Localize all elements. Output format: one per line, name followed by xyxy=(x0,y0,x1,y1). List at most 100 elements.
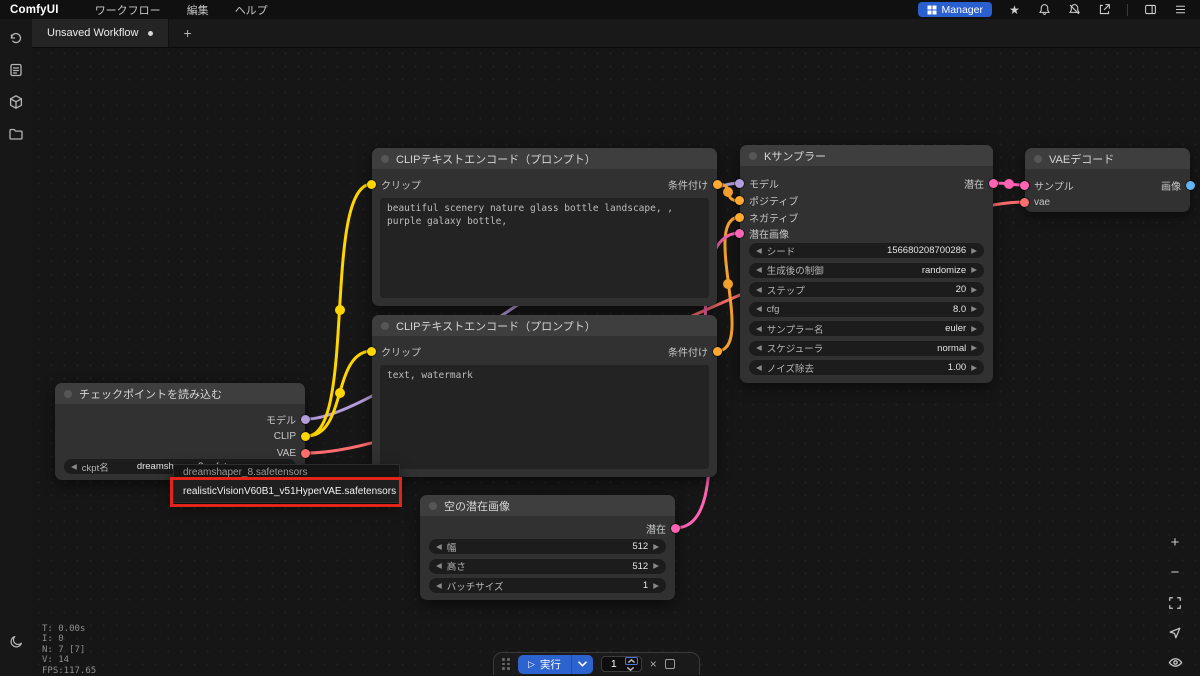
port-dot-clip[interactable] xyxy=(367,346,376,356)
port-dot-conditioning[interactable] xyxy=(713,346,722,356)
widget-increment-icon[interactable]: ▶ xyxy=(971,266,977,274)
widget-decrement-icon[interactable]: ◀ xyxy=(756,344,762,352)
port-dot-image[interactable] xyxy=(1186,180,1195,190)
toggle-visibility-eye-icon[interactable] xyxy=(1163,651,1187,674)
share-icon[interactable] xyxy=(1097,2,1112,17)
port-dot-latent[interactable] xyxy=(989,178,998,188)
output-port-clip[interactable]: CLIP xyxy=(274,429,310,443)
count-decrement-icon[interactable] xyxy=(625,666,636,672)
width-widget[interactable]: ◀ 幅 512 ▶ xyxy=(429,539,666,554)
bell-slash-icon[interactable] xyxy=(1067,2,1082,17)
node-collapse-dot[interactable] xyxy=(1034,154,1042,163)
bell-icon[interactable] xyxy=(1037,2,1052,17)
node-clip-encode-positive[interactable]: CLIPテキストエンコード（プロンプト） クリップ 条件付け beautiful… xyxy=(367,148,722,306)
node-collapse-dot[interactable] xyxy=(381,321,389,330)
node-collapse-dot[interactable] xyxy=(749,151,757,160)
star-icon[interactable]: ★ xyxy=(1007,2,1022,17)
batch-size-widget[interactable]: ◀ バッチサイズ 1 ▶ xyxy=(429,578,666,593)
menu-workflow[interactable]: ワークフロー xyxy=(95,2,161,18)
node-ksampler[interactable]: Kサンプラー モデル ポジティブ ネガティブ 潜在画像 潜在 ◀ シード 156… xyxy=(735,145,998,383)
widget-decrement-icon[interactable]: ◀ xyxy=(756,266,762,274)
sampler-name-widget[interactable]: ◀ サンプラー名 euler ▶ xyxy=(749,321,984,336)
widget-decrement-icon[interactable]: ◀ xyxy=(436,582,442,590)
node-collapse-dot[interactable] xyxy=(64,389,72,398)
scheduler-widget[interactable]: ◀ スケジューラ normal ▶ xyxy=(749,340,984,356)
output-port-model[interactable]: モデル xyxy=(266,412,310,427)
input-port-samples[interactable]: サンプル xyxy=(1020,178,1074,193)
port-dot-conditioning[interactable] xyxy=(713,179,722,189)
browse-workflows-icon[interactable] xyxy=(4,122,28,145)
widget-increment-icon[interactable]: ▶ xyxy=(971,364,977,372)
port-dot-latent[interactable] xyxy=(735,228,744,238)
widget-decrement-icon[interactable]: ◀ xyxy=(756,247,762,255)
height-widget[interactable]: ◀ 高さ 512 ▶ xyxy=(429,558,666,574)
batch-count-stepper[interactable]: 1 xyxy=(600,656,642,672)
port-dot-latent[interactable] xyxy=(671,523,680,533)
zoom-in-icon[interactable]: + xyxy=(1163,531,1187,554)
input-port-clip[interactable]: クリップ xyxy=(367,177,421,192)
fit-view-icon[interactable] xyxy=(1163,591,1187,614)
port-dot-latent[interactable] xyxy=(1020,180,1029,190)
port-dot-conditioning[interactable] xyxy=(735,212,744,222)
run-button[interactable]: ▷ 実行 xyxy=(518,654,571,674)
port-dot-vae[interactable] xyxy=(301,448,310,458)
node-collapse-dot[interactable] xyxy=(429,501,437,510)
node-header[interactable]: チェックポイントを読み込む xyxy=(55,383,305,404)
widget-decrement-icon[interactable]: ◀ xyxy=(436,543,442,551)
node-library-icon[interactable] xyxy=(4,58,28,81)
widget-increment-icon[interactable]: ▶ xyxy=(653,562,659,570)
denoise-widget[interactable]: ◀ ノイズ除去 1.00 ▶ xyxy=(749,360,984,375)
panel-layout-icon[interactable] xyxy=(1143,2,1158,17)
theme-toggle-moon-icon[interactable] xyxy=(4,630,28,653)
widget-decrement-icon[interactable]: ◀ xyxy=(756,305,762,313)
output-port-latent[interactable]: 潜在 xyxy=(964,176,998,191)
port-dot-model[interactable] xyxy=(301,414,310,424)
new-tab-button[interactable]: + xyxy=(178,24,198,42)
seed-widget[interactable]: ◀ シード 156680208700286 ▶ xyxy=(749,243,984,258)
menu-edit[interactable]: 編集 xyxy=(187,2,209,18)
widget-decrement-icon[interactable]: ◀ xyxy=(71,463,77,471)
port-dot-clip[interactable] xyxy=(367,179,376,189)
cfg-widget[interactable]: ◀ cfg 8.0 ▶ xyxy=(749,301,984,317)
menu-help[interactable]: ヘルプ xyxy=(235,2,268,18)
output-port-vae[interactable]: VAE xyxy=(277,446,310,460)
port-dot-model[interactable] xyxy=(735,178,744,188)
manager-button[interactable]: Manager xyxy=(917,2,992,17)
menu-icon[interactable] xyxy=(1173,2,1188,17)
output-port-image[interactable]: 画像 xyxy=(1161,178,1195,193)
drag-handle[interactable] xyxy=(502,658,510,670)
input-port-vae[interactable]: vae xyxy=(1020,195,1050,209)
widget-decrement-icon[interactable]: ◀ xyxy=(436,562,442,570)
input-port-model[interactable]: モデル xyxy=(735,176,779,191)
input-port-latent-image[interactable]: 潜在画像 xyxy=(735,226,789,241)
node-collapse-dot[interactable] xyxy=(381,154,389,163)
widget-increment-icon[interactable]: ▶ xyxy=(971,247,977,255)
output-port-conditioning[interactable]: 条件付け xyxy=(668,177,722,192)
node-empty-latent-image[interactable]: 空の潜在画像 潜在 ◀ 幅 512 ▶ ◀ 高さ 512 ▶ ◀ バッチサイズ … xyxy=(420,495,680,600)
widget-increment-icon[interactable]: ▶ xyxy=(971,305,977,313)
port-dot-vae[interactable] xyxy=(1020,197,1029,207)
pan-mode-icon[interactable] xyxy=(1163,621,1187,644)
model-library-icon[interactable] xyxy=(4,90,28,113)
node-header[interactable]: Kサンプラー xyxy=(740,145,993,166)
widget-decrement-icon[interactable]: ◀ xyxy=(756,325,762,333)
zoom-out-icon[interactable]: − xyxy=(1163,561,1187,584)
count-increment-icon[interactable] xyxy=(624,656,638,665)
stop-icon[interactable] xyxy=(664,659,675,669)
tab-unsaved-workflow[interactable]: Unsaved Workflow xyxy=(32,19,169,47)
widget-decrement-icon[interactable]: ◀ xyxy=(756,286,762,294)
node-clip-encode-negative[interactable]: CLIPテキストエンコード（プロンプト） クリップ 条件付け text, wat… xyxy=(367,315,722,477)
input-port-positive[interactable]: ポジティブ xyxy=(735,193,798,208)
node-header[interactable]: CLIPテキストエンコード（プロンプト） xyxy=(372,315,717,336)
node-header[interactable]: 空の潜在画像 xyxy=(420,495,675,516)
output-port-latent[interactable]: 潜在 xyxy=(646,521,680,536)
run-options-chevron[interactable] xyxy=(570,654,593,674)
workflow-history-icon[interactable] xyxy=(4,26,28,49)
node-header[interactable]: CLIPテキストエンコード（プロンプト） xyxy=(372,148,717,169)
widget-increment-icon[interactable]: ▶ xyxy=(971,344,977,352)
port-dot-conditioning[interactable] xyxy=(735,195,744,205)
node-header[interactable]: VAEデコード xyxy=(1025,148,1190,169)
cancel-icon[interactable]: × xyxy=(650,658,657,670)
input-port-clip[interactable]: クリップ xyxy=(367,344,421,359)
control-after-generate-widget[interactable]: ◀ 生成後の制御 randomize ▶ xyxy=(749,262,984,278)
